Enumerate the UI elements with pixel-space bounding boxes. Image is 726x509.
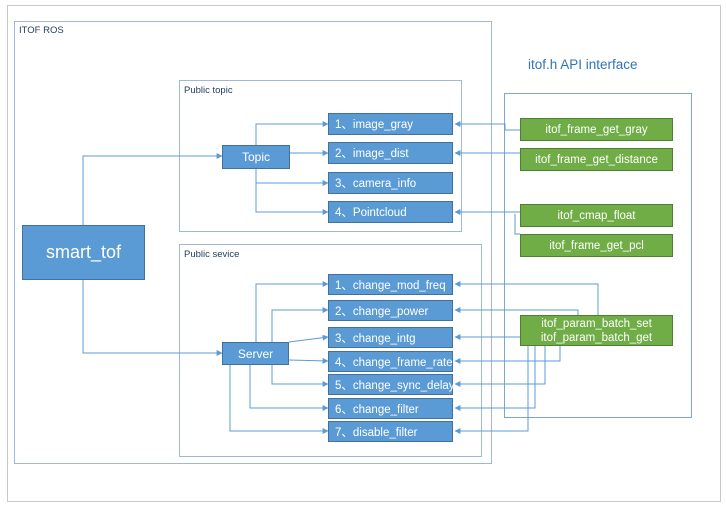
topic-to-camera-info — [255, 169, 329, 186]
api-itof-frame-get-gray: itof_frame_get_gray — [520, 118, 673, 141]
server-to-change-filter — [249, 365, 329, 411]
batch-to-disable-filter — [454, 346, 529, 434]
service-item-change-mod-freq: 1、change_mod_freq — [328, 274, 453, 295]
smart-tof-to-topic-connector — [82, 153, 223, 225]
batch-to-change-frame-rate — [454, 346, 561, 364]
server-node: Server — [222, 342, 289, 365]
api-itof-param-batch: itof_param_batch_set itof_param_batch_ge… — [520, 315, 673, 346]
api-gray-to-image-gray — [454, 121, 520, 131]
service-item-change-intg: 3、change_intg — [328, 327, 453, 348]
service-item-change-filter: 6、change_filter — [328, 398, 453, 419]
api-itof-param-batch-set: itof_param_batch_set — [541, 317, 652, 330]
topic-item-image-gray: 1、image_gray — [328, 113, 453, 135]
service-item-change-sync-delay: 5、change_sync_delay — [328, 374, 455, 395]
api-itof-frame-get-distance: itof_frame_get_distance — [520, 148, 673, 171]
topic-item-camera-info: 3、camera_info — [328, 172, 453, 194]
service-item-change-frame-rate: 4、change_frame_rate — [328, 351, 453, 372]
server-to-disable-filter — [229, 365, 329, 434]
server-to-change-power — [271, 307, 329, 342]
api-itof-param-batch-get: itof_param_batch_get — [540, 331, 653, 344]
service-item-disable-filter: 7、disable_filter — [328, 421, 453, 442]
server-to-change-mod-freq — [255, 281, 329, 342]
topic-item-pointcloud: 4、Pointcloud — [328, 201, 453, 223]
api-itof-cmap-float: itof_cmap_float — [520, 204, 673, 227]
service-item-change-power: 2、change_power — [328, 300, 453, 321]
server-to-change-intg — [288, 334, 329, 343]
topic-node: Topic — [222, 145, 290, 169]
api-itof-frame-get-pcl: itof_frame_get_pcl — [520, 234, 673, 257]
topic-item-image-dist: 2、image_dist — [328, 142, 453, 164]
batch-to-change-filter — [454, 346, 536, 411]
smart-tof-to-server-connector — [82, 280, 223, 356]
server-to-change-frame-rate — [288, 357, 329, 364]
smart-tof-node: smart_tof — [22, 225, 145, 280]
batch-to-change-sync-delay — [454, 346, 546, 387]
topic-to-pointcloud — [255, 183, 329, 215]
server-to-change-sync-delay — [271, 365, 329, 387]
topic-to-image-gray — [255, 121, 329, 145]
